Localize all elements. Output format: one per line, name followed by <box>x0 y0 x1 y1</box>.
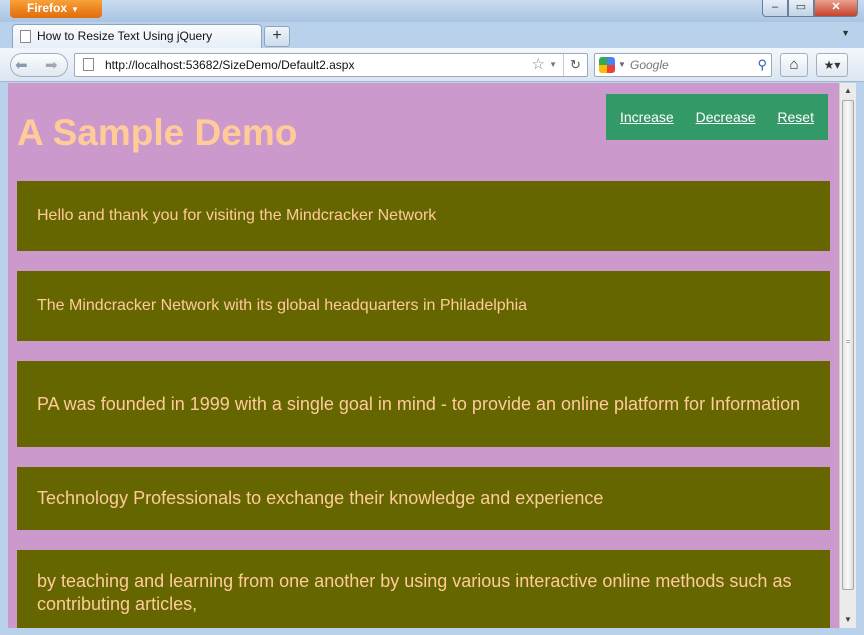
list-all-tabs-icon[interactable]: ▼ <box>841 28 850 38</box>
content-box: PA was founded in 1999 with a single goa… <box>17 361 830 447</box>
paragraph-text: by teaching and learning from one anothe… <box>37 571 792 614</box>
bookmarks-menu-icon[interactable]: ★▾ <box>816 53 848 77</box>
reset-link[interactable]: Reset <box>777 109 814 125</box>
firefox-menu-label: Firefox <box>27 1 68 15</box>
close-button[interactable]: ✕ <box>814 0 858 17</box>
paragraph-text: PA was founded in 1999 with a single goa… <box>37 393 801 414</box>
tab-strip: How to Resize Text Using jQuery + ▼ <box>0 22 864 48</box>
content-box: The Mindcracker Network with its global … <box>17 271 830 341</box>
navigation-toolbar: ⬅ ➡ http://localhost:53682/SizeDemo/Defa… <box>0 48 864 82</box>
content-box: Hello and thank you for visiting the Min… <box>17 181 830 251</box>
google-icon[interactable] <box>599 57 615 73</box>
scroll-up-arrow-icon[interactable]: ▲ <box>840 83 856 99</box>
search-placeholder: Google <box>630 58 669 72</box>
history-dropdown-icon[interactable]: ▼ <box>549 54 557 76</box>
paragraph-text: Hello and thank you for visiting the Min… <box>37 207 437 224</box>
page-icon <box>83 58 94 71</box>
vertical-scrollbar[interactable]: ▲ = ▼ <box>839 83 856 628</box>
dropdown-arrow-icon: ▼ <box>71 5 79 14</box>
reload-icon[interactable]: ↻ <box>563 54 587 76</box>
maximize-button[interactable]: ▭ <box>788 0 814 17</box>
content-box: by teaching and learning from one anothe… <box>17 550 830 628</box>
forward-arrow-icon[interactable]: ➡ <box>45 56 58 74</box>
page-viewport: A Sample Demo Increase Decrease Reset He… <box>8 83 856 628</box>
content-box: Technology Professionals to exchange the… <box>17 467 830 530</box>
firefox-menu-button[interactable]: Firefox ▼ <box>10 0 102 18</box>
window-controls: ‒ ▭ ✕ <box>762 0 858 17</box>
font-size-controls: Increase Decrease Reset <box>606 94 828 140</box>
paragraph-text: Technology Professionals to exchange the… <box>37 488 604 508</box>
address-bar[interactable]: http://localhost:53682/SizeDemo/Default2… <box>74 53 588 77</box>
paragraph-text: The Mindcracker Network with its global … <box>37 297 528 314</box>
bookmark-star-icon[interactable]: ☆ <box>532 54 545 76</box>
tab-title: How to Resize Text Using jQuery <box>37 29 213 43</box>
home-icon[interactable]: ⌂ <box>780 53 808 77</box>
search-bar[interactable]: ▼ Google ⚲ <box>594 53 772 77</box>
grip-icon: = <box>846 339 851 346</box>
scroll-down-arrow-icon[interactable]: ▼ <box>840 612 856 628</box>
increase-link[interactable]: Increase <box>620 109 674 125</box>
search-engine-dropdown-icon[interactable]: ▼ <box>618 54 626 76</box>
decrease-link[interactable]: Decrease <box>696 109 756 125</box>
page-icon <box>20 30 31 43</box>
back-forward-buttons: ⬅ ➡ <box>10 53 68 77</box>
window-titlebar: Firefox ▼ ‒ ▭ ✕ <box>0 0 864 22</box>
minimize-button[interactable]: ‒ <box>762 0 788 17</box>
tab-active[interactable]: How to Resize Text Using jQuery <box>12 24 262 48</box>
page-title: A Sample Demo <box>17 112 298 153</box>
search-magnifier-icon[interactable]: ⚲ <box>757 54 767 76</box>
new-tab-button[interactable]: + <box>264 26 290 47</box>
scrollbar-thumb[interactable]: = <box>842 100 854 590</box>
back-arrow-icon[interactable]: ⬅ <box>15 56 28 74</box>
url-text[interactable]: http://localhost:53682/SizeDemo/Default2… <box>105 54 354 76</box>
